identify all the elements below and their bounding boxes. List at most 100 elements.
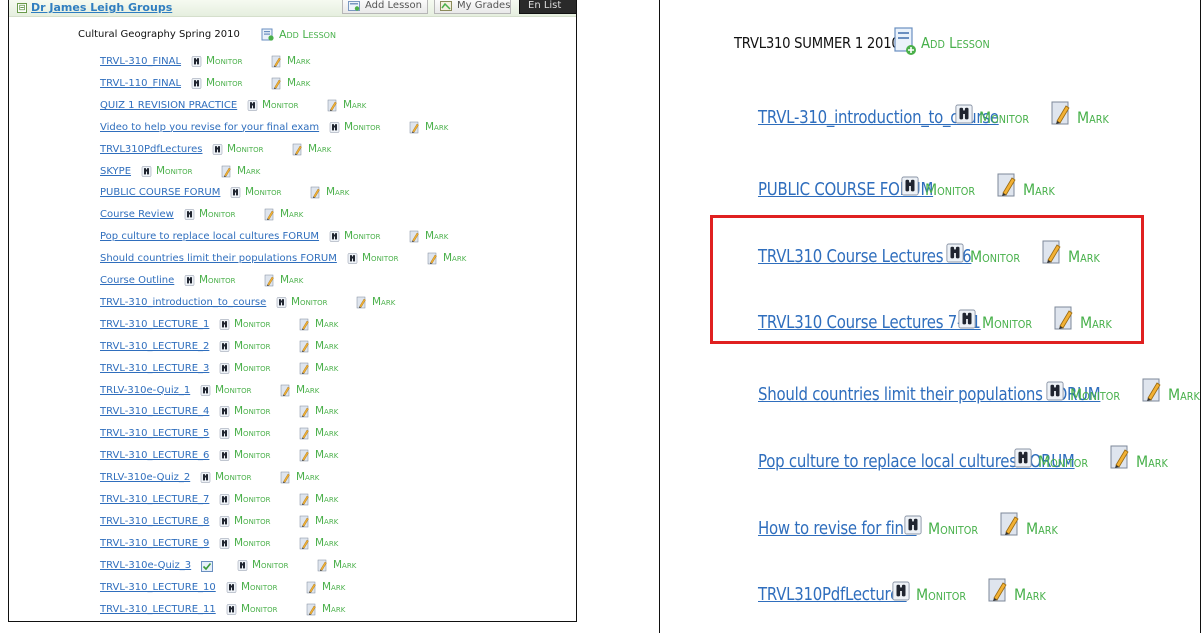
lesson-title-link[interactable]: TRVL-310_LECTURE_6 (100, 450, 209, 461)
add-lesson-button[interactable]: Add Lesson (342, 0, 428, 14)
mark-link[interactable]: Mark (315, 318, 338, 330)
mark-link[interactable]: Mark (315, 515, 338, 527)
monitor-link[interactable]: Monitor (234, 515, 271, 527)
lesson-title-link[interactable]: TRVL-310_LECTURE_7 (100, 494, 209, 505)
lesson-title-link[interactable]: Course Outline (100, 275, 174, 286)
mark-link[interactable]: Mark (315, 537, 338, 549)
monitor-link[interactable]: Monitor (227, 143, 264, 155)
mark-link[interactable]: Mark (326, 186, 349, 198)
mark-link[interactable]: Mark (1026, 519, 1058, 538)
lesson-title-link[interactable]: TRVL-310_LECTURE_4 (100, 406, 209, 417)
monitor-link[interactable]: Monitor (206, 77, 243, 89)
mark-link[interactable]: Mark (372, 296, 395, 308)
lesson-title-link[interactable]: TRVL310PdfLectures (758, 584, 907, 605)
monitor-link[interactable]: Monitor (344, 230, 381, 242)
mark-link[interactable]: Mark (425, 230, 448, 242)
monitor-link[interactable]: Monitor (979, 108, 1029, 127)
monitor-link[interactable]: Monitor (245, 186, 282, 198)
monitor-link[interactable]: Monitor (1070, 385, 1120, 404)
mark-link[interactable]: Mark (315, 340, 338, 352)
monitor-icon (247, 100, 258, 111)
monitor-link[interactable]: Monitor (199, 274, 236, 286)
mark-link[interactable]: Mark (425, 121, 448, 133)
lesson-title-link[interactable]: TRLV-310e-Quiz_2 (100, 472, 190, 483)
mark-link[interactable]: Mark (1077, 108, 1109, 127)
mark-link[interactable]: Mark (287, 55, 310, 67)
lesson-title-link[interactable]: Pop culture to replace local cultures FO… (100, 231, 319, 242)
lesson-title-link[interactable]: Video to help you revise for your final … (100, 122, 319, 133)
lesson-title-link[interactable]: TRVL-310_LECTURE_11 (100, 604, 216, 615)
monitor-link[interactable]: Monitor (234, 340, 271, 352)
lesson-title-link[interactable]: SKYPE (100, 166, 131, 177)
mark-link[interactable]: Mark (287, 77, 310, 89)
mark-link[interactable]: Mark (1168, 385, 1200, 404)
mark-link[interactable]: Mark (1136, 452, 1168, 471)
mark-link[interactable]: Mark (280, 208, 303, 220)
lesson-title-link[interactable]: Course Review (100, 209, 174, 220)
mark-link[interactable]: Mark (1014, 585, 1046, 604)
mark-link[interactable]: Mark (280, 274, 303, 286)
mark-link[interactable]: Mark (343, 99, 366, 111)
lesson-title-link[interactable]: TRVL-310e-Quiz_3 (100, 560, 191, 571)
lesson-title-link[interactable]: Should countries limit their populations… (100, 253, 337, 264)
mark-link[interactable]: Mark (315, 405, 338, 417)
add-lesson-link[interactable]: Add Lesson (921, 34, 990, 52)
mark-link[interactable]: Mark (308, 143, 331, 155)
mark-link[interactable]: Mark (1023, 180, 1055, 199)
monitor-link[interactable]: Monitor (215, 384, 252, 396)
mark-link[interactable]: Mark (315, 493, 338, 505)
lesson-title-link[interactable]: How to revise for final (758, 518, 917, 539)
monitor-link[interactable]: Monitor (916, 585, 966, 604)
lesson-title-link[interactable]: TRVL-110_FINAL (100, 78, 181, 89)
lesson-title-link[interactable]: TRVL-310_LECTURE_5 (100, 428, 209, 439)
lesson-title-link[interactable]: TRVL-310_LECTURE_10 (100, 582, 216, 593)
monitor-link[interactable]: Monitor (291, 296, 328, 308)
mark-link[interactable]: Mark (296, 471, 319, 483)
mark-link[interactable]: Mark (237, 165, 260, 177)
monitor-link[interactable]: Monitor (215, 471, 252, 483)
my-grades-button[interactable]: My Grades (434, 0, 511, 14)
lesson-title-link[interactable]: TRVL-310_LECTURE_9 (100, 538, 209, 549)
monitor-link[interactable]: Monitor (262, 99, 299, 111)
monitor-link[interactable]: Monitor (252, 559, 289, 571)
lesson-title-link[interactable]: QUIZ 1 REVISION PRACTICE (100, 100, 237, 111)
lesson-title-link[interactable]: TRVL-310_LECTURE_2 (100, 341, 209, 352)
mark-link[interactable]: Mark (322, 603, 345, 615)
lesson-title-link[interactable]: TRVL-310_LECTURE_3 (100, 363, 209, 374)
lesson-title-link[interactable]: TRVL-310_introduction_to_course (100, 297, 266, 308)
lesson-title-link[interactable]: TRVL310PdfLectures (100, 144, 202, 155)
monitor-link[interactable]: Monitor (241, 581, 278, 593)
monitor-link[interactable]: Monitor (234, 318, 271, 330)
monitor-link[interactable]: Monitor (344, 121, 381, 133)
lesson-title-link[interactable]: PUBLIC COURSE FORUM (100, 187, 220, 198)
lesson-title-link[interactable]: TRVL-310_FINAL (100, 56, 181, 67)
lesson-title-link[interactable]: TRVL-310_LECTURE_1 (100, 319, 209, 330)
mark-link[interactable]: Mark (296, 384, 319, 396)
monitor-link[interactable]: Monitor (362, 252, 399, 264)
monitor-link[interactable]: Monitor (234, 493, 271, 505)
monitor-link[interactable]: Monitor (928, 519, 978, 538)
monitor-link[interactable]: Monitor (241, 603, 278, 615)
monitor-link[interactable]: Monitor (234, 405, 271, 417)
monitor-link[interactable]: Monitor (925, 180, 975, 199)
group-title-link[interactable]: Dr James Leigh Groups (31, 1, 172, 14)
monitor-link[interactable]: Monitor (234, 449, 271, 461)
mark-link[interactable]: Mark (322, 581, 345, 593)
monitor-link[interactable]: Monitor (156, 165, 193, 177)
mark-link[interactable]: Mark (443, 252, 466, 264)
monitor-link[interactable]: Monitor (234, 427, 271, 439)
mark-link[interactable]: Mark (315, 449, 338, 461)
monitor-link[interactable]: Monitor (1038, 452, 1088, 471)
mark-link[interactable]: Mark (333, 559, 356, 571)
mark-link[interactable]: Mark (315, 427, 338, 439)
monitor-link[interactable]: Monitor (234, 362, 271, 374)
monitor-link[interactable]: Monitor (206, 55, 243, 67)
add-lesson-link[interactable]: Add Lesson (279, 28, 336, 41)
enlist-button[interactable]: En List (519, 0, 576, 14)
collapse-toggle[interactable]: ⊟ (17, 3, 27, 13)
lesson-title-link[interactable]: TRVL-310_LECTURE_8 (100, 516, 209, 527)
lesson-title-link[interactable]: TRLV-310e-Quiz_1 (100, 385, 190, 396)
monitor-link[interactable]: Monitor (234, 537, 271, 549)
mark-link[interactable]: Mark (315, 362, 338, 374)
monitor-link[interactable]: Monitor (199, 208, 236, 220)
